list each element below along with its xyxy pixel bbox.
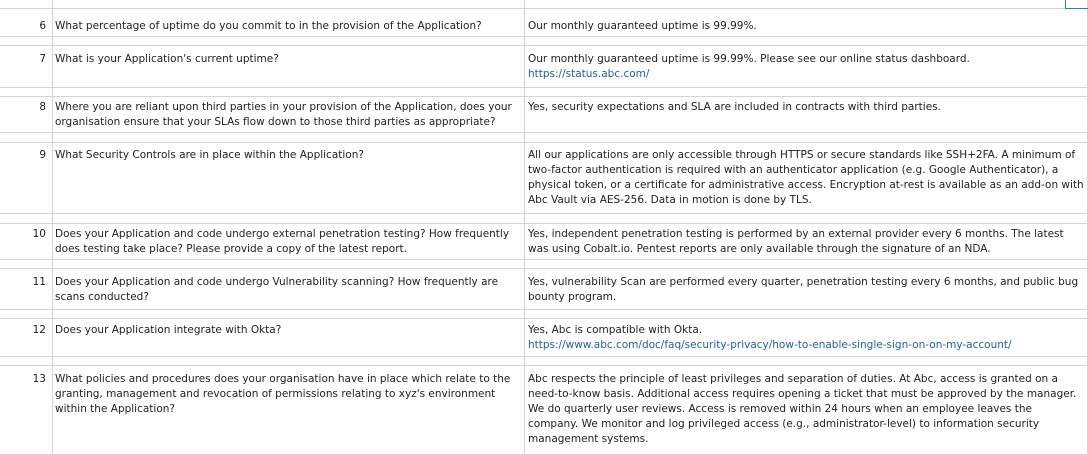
answer-cell[interactable]: Yes, security expectations and SLA are i…: [528, 100, 1084, 115]
answer-cell[interactable]: Abc respects the principle of least priv…: [528, 372, 1084, 447]
row-divider: [0, 132, 1088, 133]
answer-cell[interactable]: Yes, Abc is compatible with Okta. https:…: [528, 323, 1084, 353]
row-divider: [0, 142, 1088, 143]
answer-cell[interactable]: Our monthly guaranteed uptime is 99.99%.: [528, 19, 1084, 34]
row-divider: [0, 356, 1088, 357]
answer-cell[interactable]: Our monthly guaranteed uptime is 99.99%.…: [528, 52, 1084, 82]
column-divider: [52, 0, 53, 455]
row-divider: [0, 318, 1088, 319]
question-cell[interactable]: What policies and procedures does your o…: [55, 372, 523, 417]
okta-doc-link[interactable]: https://www.abc.com/doc/faq/security-pri…: [528, 338, 1084, 353]
row-number: 10: [32, 228, 46, 240]
row-divider: [0, 213, 1088, 214]
row-divider: [0, 87, 1088, 88]
answer-text: Our monthly guaranteed uptime is 99.99%.…: [528, 53, 970, 65]
row-divider: [0, 8, 1088, 9]
row-divider: [0, 259, 1088, 260]
row-divider: [0, 96, 1088, 97]
question-cell[interactable]: What is your Application's current uptim…: [55, 52, 523, 67]
answer-cell[interactable]: All our applications are only accessible…: [528, 148, 1084, 208]
spreadsheet-grid: 6 What percentage of uptime do you commi…: [0, 0, 1088, 455]
row-divider: [0, 309, 1088, 310]
answer-cell[interactable]: Yes, vulnerability Scan are performed ev…: [528, 275, 1084, 305]
question-cell[interactable]: Does your Application integrate with Okt…: [55, 323, 523, 338]
question-cell[interactable]: What Security Controls are in place with…: [55, 148, 523, 163]
row-number: 13: [32, 373, 46, 385]
row-divider: [0, 365, 1088, 366]
row-number: 7: [39, 53, 46, 65]
column-divider: [524, 0, 525, 455]
row-number: 6: [39, 20, 46, 32]
question-cell[interactable]: What percentage of uptime do you commit …: [55, 19, 523, 34]
row-number: 8: [39, 101, 46, 113]
row-divider: [0, 36, 1088, 37]
row-divider: [0, 268, 1088, 269]
question-cell[interactable]: Where you are reliant upon third parties…: [55, 100, 523, 130]
question-cell[interactable]: Does your Application and code undergo e…: [55, 227, 523, 257]
row-divider: [0, 223, 1088, 224]
question-cell[interactable]: Does your Application and code undergo V…: [55, 275, 523, 305]
answer-text: Yes, Abc is compatible with Okta.: [528, 324, 703, 336]
answer-cell[interactable]: Yes, independent penetration testing is …: [528, 227, 1084, 257]
row-divider: [0, 45, 1088, 46]
row-number: 11: [32, 276, 46, 288]
row-number: 12: [32, 324, 46, 336]
selected-cell-indicator[interactable]: [1065, 0, 1088, 9]
row-number: 9: [39, 149, 46, 161]
status-link[interactable]: https://status.abc.com/: [528, 67, 1084, 82]
